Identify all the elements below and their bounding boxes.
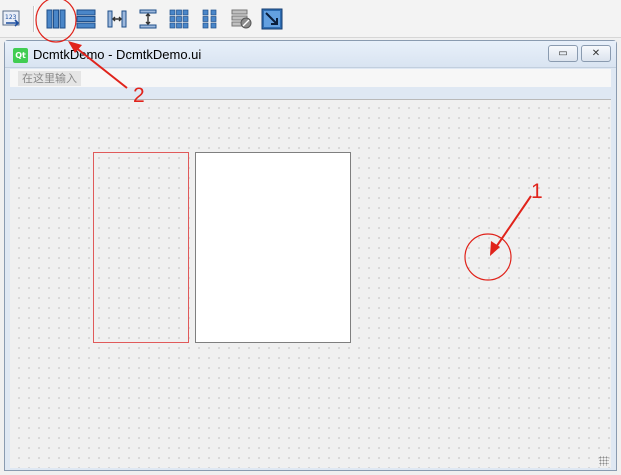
minimize-button[interactable]: ▭: [548, 45, 578, 62]
close-icon: ✕: [591, 48, 601, 59]
menu-type-here-input[interactable]: 在这里输入: [18, 71, 81, 86]
splitter-horizontal-icon[interactable]: [105, 7, 129, 31]
splitter-vertical-icon[interactable]: [136, 7, 160, 31]
break-layout-icon[interactable]: [229, 7, 253, 31]
minimize-icon: ▭: [558, 48, 568, 59]
close-button[interactable]: ✕: [581, 45, 611, 62]
grid-layout-icon[interactable]: [167, 7, 191, 31]
qt-logo-icon: Qt: [13, 48, 28, 63]
window-title: DcmtkDemo - DcmtkDemo.ui: [33, 47, 202, 62]
selected-widget-frame[interactable]: [93, 152, 189, 343]
layout-horizontal-icon[interactable]: [44, 7, 68, 31]
window-titlebar[interactable]: Qt DcmtkDemo - DcmtkDemo.ui ▭ ✕: [5, 41, 616, 68]
layout-vertical-icon[interactable]: [74, 7, 98, 31]
form-layout-icon[interactable]: [198, 7, 222, 31]
designer-toolbar: 123: [0, 0, 621, 38]
annotation-label-2: 2: [133, 84, 145, 107]
toolbar-separator: [33, 6, 35, 32]
resize-grip-icon[interactable]: [599, 456, 609, 466]
tab-order-icon[interactable]: 123: [1, 7, 25, 31]
form-canvas[interactable]: [10, 99, 611, 468]
white-widget[interactable]: [195, 152, 351, 343]
annotation-label-1: 1: [531, 180, 543, 203]
svg-text:123: 123: [5, 14, 17, 21]
adjust-size-icon[interactable]: [260, 7, 284, 31]
form-window[interactable]: Qt DcmtkDemo - DcmtkDemo.ui ▭ ✕ 在这里输入: [4, 40, 617, 471]
form-menubar: 在这里输入: [10, 69, 611, 87]
